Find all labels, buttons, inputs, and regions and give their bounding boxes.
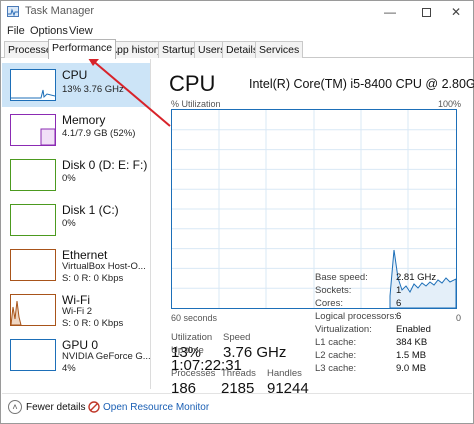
sidebar-item-detail: 0% xyxy=(62,218,76,229)
maximize-icon xyxy=(421,8,431,18)
spec-value: 1.5 MB xyxy=(396,350,427,361)
spec-value: 1 xyxy=(396,285,402,296)
resource-monitor-icon[interactable] xyxy=(88,401,100,413)
sidebar-item-throughput: S: 0 R: 0 Kbps xyxy=(62,273,124,284)
disk-graph-icon xyxy=(10,204,56,236)
footer-bar: ˄ Fewer details Open Resource Monitor xyxy=(2,393,472,421)
spec-label: Logical processors: xyxy=(315,311,397,322)
spec-label: Virtualization: xyxy=(315,324,372,335)
cpu-graph-icon xyxy=(10,69,56,101)
spec-label: Base speed: xyxy=(315,272,368,283)
sidebar-item-detail: VirtualBox Host-O... xyxy=(62,261,146,272)
spec-label: Cores: xyxy=(315,298,343,309)
spec-value: 6 xyxy=(396,298,402,309)
sidebar-item-throughput: S: 0 R: 0 Kbps xyxy=(62,318,124,329)
sidebar-item-label: Wi-Fi xyxy=(62,293,90,307)
spec-label: L3 cache: xyxy=(315,363,357,374)
sidebar-item-label: Disk 0 (D: E: F:) xyxy=(62,158,148,172)
uptime-value: 1:07:22:31 xyxy=(171,357,242,374)
utilization-max-label: 100% xyxy=(437,99,461,109)
spec-label: Sockets: xyxy=(315,285,352,296)
spec-value: 9.0 MB xyxy=(396,363,427,374)
sidebar-item-gpu-0[interactable]: GPU 0 NVIDIA GeForce G... 4% xyxy=(2,333,151,377)
title-bar: Task Manager — ✕ xyxy=(1,1,473,23)
page-title: CPU xyxy=(169,71,216,96)
sidebar-item-usage: 4% xyxy=(62,363,76,374)
sidebar-item-ethernet[interactable]: Ethernet VirtualBox Host-O... S: 0 R: 0 … xyxy=(2,243,150,287)
spec-value: 384 KB xyxy=(396,337,428,348)
chevron-up-icon[interactable]: ˄ xyxy=(8,400,22,414)
utilization-axis-label: % Utilization xyxy=(171,99,221,109)
sidebar-item-detail: NVIDIA GeForce G... xyxy=(62,351,151,362)
close-button[interactable]: ✕ xyxy=(437,1,474,23)
spec-value: Enabled xyxy=(396,324,431,335)
uptime-label: Up time xyxy=(171,345,204,356)
spec-label: L1 cache: xyxy=(315,337,357,348)
tab-performance[interactable]: Performance xyxy=(48,39,117,59)
sidebar-item-memory[interactable]: Memory 4.1/7.9 GB (52%) xyxy=(2,108,150,152)
sidebar-item-detail: 0% xyxy=(62,173,76,184)
menu-options[interactable]: Options xyxy=(30,25,68,37)
fewer-details-link[interactable]: Fewer details xyxy=(26,402,85,413)
speed-label: Speed xyxy=(223,332,251,343)
utilization-min-label: 0 xyxy=(455,313,461,323)
menu-bar: File Options View xyxy=(1,23,473,39)
disk-graph-icon xyxy=(10,159,56,191)
minimize-button[interactable]: — xyxy=(371,1,409,23)
task-manager-icon xyxy=(7,6,19,17)
ethernet-graph-icon xyxy=(10,249,56,281)
sidebar-item-disk-0[interactable]: Disk 0 (D: E: F:) 0% xyxy=(2,153,150,197)
menu-view[interactable]: View xyxy=(69,25,93,37)
sidebar-item-detail: 4.1/7.9 GB (52%) xyxy=(62,128,136,139)
sidebar-item-label: GPU 0 xyxy=(62,338,99,352)
resource-sidebar: CPU 13% 3.76 GHz Memory 4.1/7.9 GB (52%)… xyxy=(2,59,151,389)
memory-graph-icon xyxy=(10,114,56,146)
sidebar-item-cpu[interactable]: CPU 13% 3.76 GHz xyxy=(2,63,150,107)
time-axis-label: 60 seconds xyxy=(171,313,218,323)
sidebar-item-label: Memory xyxy=(62,113,106,127)
tab-services[interactable]: Services xyxy=(255,41,304,58)
wifi-graph-icon xyxy=(10,294,56,326)
menu-file[interactable]: File xyxy=(7,25,25,37)
spec-value: 6 xyxy=(396,311,402,322)
handles-label: Handles xyxy=(267,368,302,379)
tab-bar: Processes Performance App history Startu… xyxy=(1,39,473,59)
sidebar-item-label: CPU xyxy=(62,68,88,82)
cpu-model: Intel(R) Core(TM) i5-8400 CPU @ 2.80GHz xyxy=(249,77,474,91)
spec-value: 2.81 GHz xyxy=(396,272,437,283)
open-resource-monitor-link[interactable]: Open Resource Monitor xyxy=(103,402,209,413)
sidebar-item-detail: 13% 3.76 GHz xyxy=(62,84,124,95)
gpu-graph-icon xyxy=(10,339,56,371)
sidebar-item-label: Disk 1 (C:) xyxy=(62,203,119,217)
window-title: Task Manager xyxy=(25,5,95,17)
sidebar-item-detail: Wi-Fi 2 xyxy=(62,306,93,317)
spec-label: L2 cache: xyxy=(315,350,357,361)
utilization-label: Utilization xyxy=(171,332,213,343)
task-manager-window: Task Manager — ✕ File Options View Proce… xyxy=(0,0,474,424)
sidebar-item-wifi[interactable]: Wi-Fi Wi-Fi 2 S: 0 R: 0 Kbps xyxy=(2,288,150,332)
sidebar-item-label: Ethernet xyxy=(62,248,108,262)
sidebar-item-disk-1[interactable]: Disk 1 (C:) 0% xyxy=(2,198,150,242)
